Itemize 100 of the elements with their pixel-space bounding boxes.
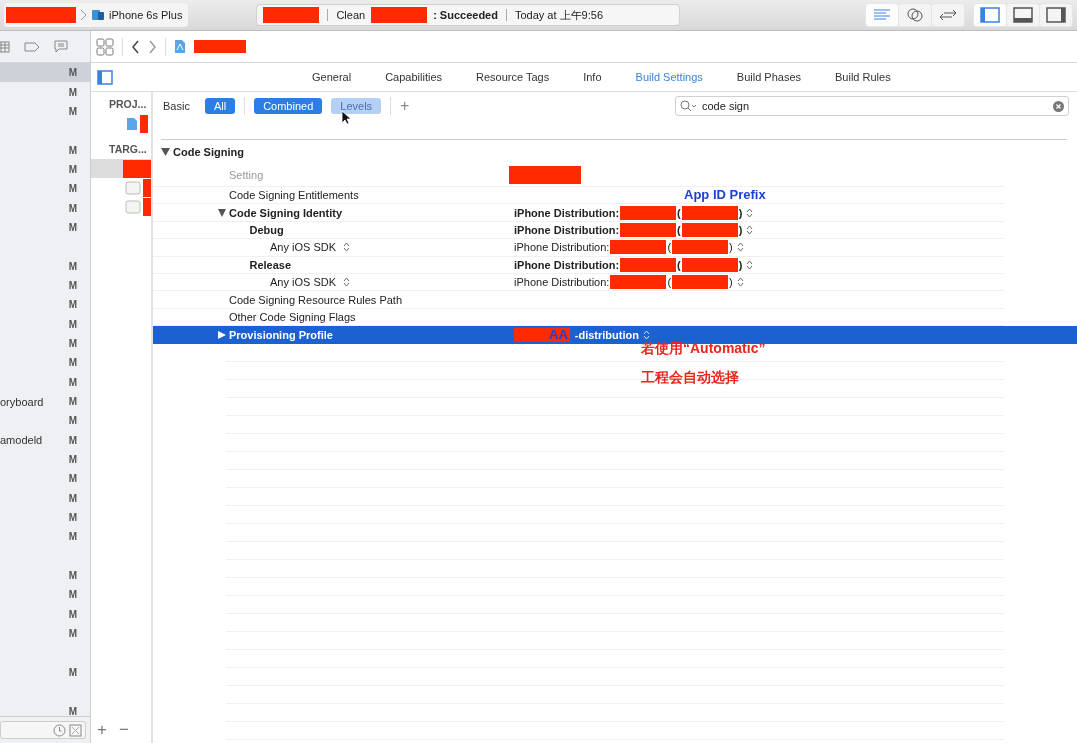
view-button[interactable]: Combined	[254, 98, 323, 114]
file-row[interactable]: M	[0, 217, 90, 238]
file-row[interactable]: M	[0, 101, 90, 122]
grid-icon[interactable]	[0, 40, 10, 53]
device-icon	[91, 9, 105, 21]
setting-row[interactable]: Code Signing Resource Rules Path	[153, 291, 1004, 309]
file-row[interactable]: M	[0, 565, 90, 586]
tab[interactable]: Resource Tags	[459, 65, 567, 89]
remove-button[interactable]: −	[116, 721, 131, 739]
search-field[interactable]: code sign	[675, 96, 1069, 116]
target-row[interactable]	[91, 159, 151, 178]
file-row[interactable]: M	[0, 701, 90, 716]
stepper-icon[interactable]	[736, 277, 744, 288]
file-row[interactable]: M	[0, 82, 90, 102]
add-setting-button[interactable]: +	[400, 97, 410, 115]
related-items-icon[interactable]	[96, 37, 114, 56]
setting-row[interactable]: Any iOS SDK iPhone Distribution: ( )	[153, 273, 1004, 292]
basic-filter[interactable]: Basic	[163, 100, 190, 112]
file-row[interactable]: M	[0, 179, 90, 199]
tag-icon[interactable]	[24, 41, 40, 52]
source-control-status: M	[68, 589, 77, 601]
file-row[interactable]: M	[0, 140, 90, 160]
stepper-icon[interactable]	[343, 242, 351, 253]
column-header: Setting	[229, 168, 264, 181]
source-control-status: M	[68, 299, 77, 311]
scope-button[interactable]: All	[204, 98, 236, 114]
file-row[interactable]: M	[0, 295, 90, 315]
file-row[interactable]: M	[0, 314, 90, 334]
redaction-mark	[681, 257, 738, 272]
file-row[interactable]: amodeld M	[0, 430, 90, 450]
stepper-icon[interactable]	[746, 259, 754, 270]
navigator-toggle-button[interactable]	[974, 4, 1006, 26]
setting-value: iPhone Distribution:	[514, 276, 610, 289]
file-row[interactable]: M	[0, 488, 90, 508]
stepper-icon[interactable]	[736, 242, 744, 253]
file-row[interactable]: M	[0, 507, 90, 528]
setting-value: (	[667, 241, 672, 254]
forward-icon[interactable]	[148, 39, 157, 54]
tab[interactable]: Info	[566, 65, 619, 89]
source-control-status: M	[68, 279, 77, 291]
panel-layout-icon	[1013, 7, 1033, 23]
disclosure-icon[interactable]	[161, 148, 170, 156]
version-editor-button[interactable]	[932, 4, 964, 26]
clock-icon[interactable]	[53, 723, 66, 737]
setting-row[interactable]: Any iOS SDK iPhone Distribution: ( )	[153, 239, 1004, 257]
file-row[interactable]: M	[0, 411, 90, 431]
file-row[interactable]: oryboard M	[0, 391, 90, 412]
box-icon[interactable]	[69, 723, 82, 737]
back-icon[interactable]	[131, 39, 140, 54]
sidebar-toggle-icon[interactable]	[97, 69, 113, 85]
file-row[interactable]: M	[0, 623, 90, 644]
setting-row[interactable]: Code Signing Identity iPhone Distribution: ( )	[153, 204, 1004, 222]
setting-name: Code Signing Resource Rules Path	[229, 293, 403, 306]
source-control-status: M	[68, 221, 77, 233]
file-row[interactable]: M	[0, 449, 90, 470]
redaction-mark	[610, 240, 667, 255]
file-row[interactable]: M	[0, 662, 90, 682]
filter-field[interactable]	[0, 721, 86, 739]
setting-row[interactable]: Debug iPhone Distribution: ( )	[153, 221, 1004, 240]
disclosure-icon[interactable]	[218, 330, 226, 339]
disclosure-icon[interactable]	[218, 208, 226, 217]
setting-name: Provisioning Profile	[229, 328, 333, 341]
tab[interactable]: Capabilities	[368, 65, 459, 89]
file-row[interactable]: M	[0, 469, 90, 489]
debug-area-toggle-button[interactable]	[1007, 4, 1039, 26]
file-row[interactable]: M	[0, 333, 90, 354]
file-row[interactable]: M	[0, 256, 90, 276]
file-row[interactable]: M	[0, 63, 90, 83]
tab[interactable]: Build Phases	[719, 65, 819, 89]
scheme-selector[interactable]: iPhone 6s Plus	[4, 3, 189, 27]
redaction-mark	[672, 275, 729, 290]
clear-icon[interactable]	[1053, 100, 1064, 112]
file-row[interactable]: M	[0, 585, 90, 605]
file-row[interactable]: M	[0, 159, 90, 180]
annotation-text: 工程会自动选择	[641, 369, 739, 387]
tab[interactable]: Build Rules	[818, 65, 908, 89]
utilities-toggle-button[interactable]	[1040, 4, 1072, 26]
setting-value: (	[677, 223, 681, 236]
source-control-status: M	[68, 531, 77, 543]
tab[interactable]: Build Settings	[618, 65, 720, 89]
target-list-header: TARG...	[108, 142, 148, 157]
stepper-icon[interactable]	[343, 277, 351, 288]
file-name: amodeld	[0, 434, 43, 447]
search-value: code sign	[702, 100, 751, 112]
file-row[interactable]: M	[0, 527, 90, 547]
file-row[interactable]: M	[0, 198, 90, 218]
stepper-icon[interactable]	[746, 224, 754, 235]
source-control-status: M	[68, 202, 77, 214]
comment-icon[interactable]	[54, 40, 68, 53]
setting-row[interactable]: Release iPhone Distribution: ( )	[153, 256, 1004, 274]
stepper-icon[interactable]	[746, 207, 754, 218]
tab[interactable]: General	[295, 65, 369, 89]
file-row[interactable]: M	[0, 275, 90, 296]
source-control-status: M	[68, 396, 77, 407]
annotation-text: AA	[549, 327, 568, 343]
file-row[interactable]: M	[0, 353, 90, 373]
add-button[interactable]: +	[95, 721, 109, 739]
assistant-editor-button[interactable]	[899, 4, 931, 26]
file-row[interactable]: M	[0, 372, 90, 392]
file-row[interactable]: M	[0, 604, 90, 624]
